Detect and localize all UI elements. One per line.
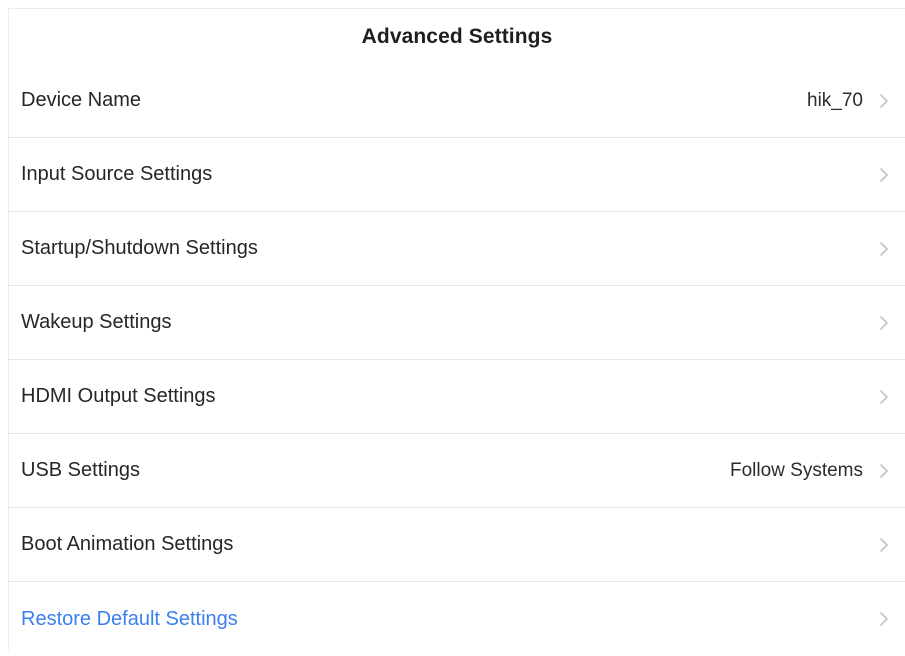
- settings-item-restore-default[interactable]: Restore Default Settings: [9, 582, 905, 656]
- settings-item-value: hik_70: [807, 89, 863, 111]
- chevron-right-icon: [877, 535, 891, 555]
- settings-item-value: Follow Systems: [729, 459, 863, 481]
- settings-item-label: Wakeup Settings: [21, 311, 172, 333]
- chevron-right-icon: [877, 239, 891, 259]
- settings-item-label: Boot Animation Settings: [21, 533, 234, 555]
- chevron-right-icon: [877, 461, 891, 481]
- settings-item-wakeup[interactable]: Wakeup Settings: [9, 286, 905, 360]
- advanced-settings-panel: Advanced Settings Device Name hik_70 Inp…: [8, 8, 905, 650]
- settings-item-label: HDMI Output Settings: [21, 385, 216, 407]
- chevron-right-icon: [877, 387, 891, 407]
- settings-item-input-source[interactable]: Input Source Settings: [9, 138, 905, 212]
- chevron-right-icon: [877, 313, 891, 333]
- chevron-right-icon: [877, 165, 891, 185]
- settings-item-hdmi-output[interactable]: HDMI Output Settings: [9, 360, 905, 434]
- settings-item-device-name[interactable]: Device Name hik_70: [9, 64, 905, 138]
- settings-item-label: USB Settings: [21, 459, 140, 481]
- settings-item-label: Device Name: [21, 89, 142, 111]
- settings-item-startup-shutdown[interactable]: Startup/Shutdown Settings: [9, 212, 905, 286]
- page-title: Advanced Settings: [361, 24, 553, 48]
- chevron-right-icon: [877, 609, 891, 629]
- settings-item-usb[interactable]: USB Settings Follow Systems: [9, 434, 905, 508]
- settings-item-label: Startup/Shutdown Settings: [21, 237, 258, 259]
- chevron-right-icon: [877, 91, 891, 111]
- header: Advanced Settings: [9, 9, 905, 64]
- settings-item-label: Restore Default Settings: [21, 607, 238, 630]
- settings-item-label: Input Source Settings: [21, 163, 213, 185]
- settings-list: Device Name hik_70 Input Source Settings…: [9, 64, 905, 656]
- settings-item-boot-animation[interactable]: Boot Animation Settings: [9, 508, 905, 582]
